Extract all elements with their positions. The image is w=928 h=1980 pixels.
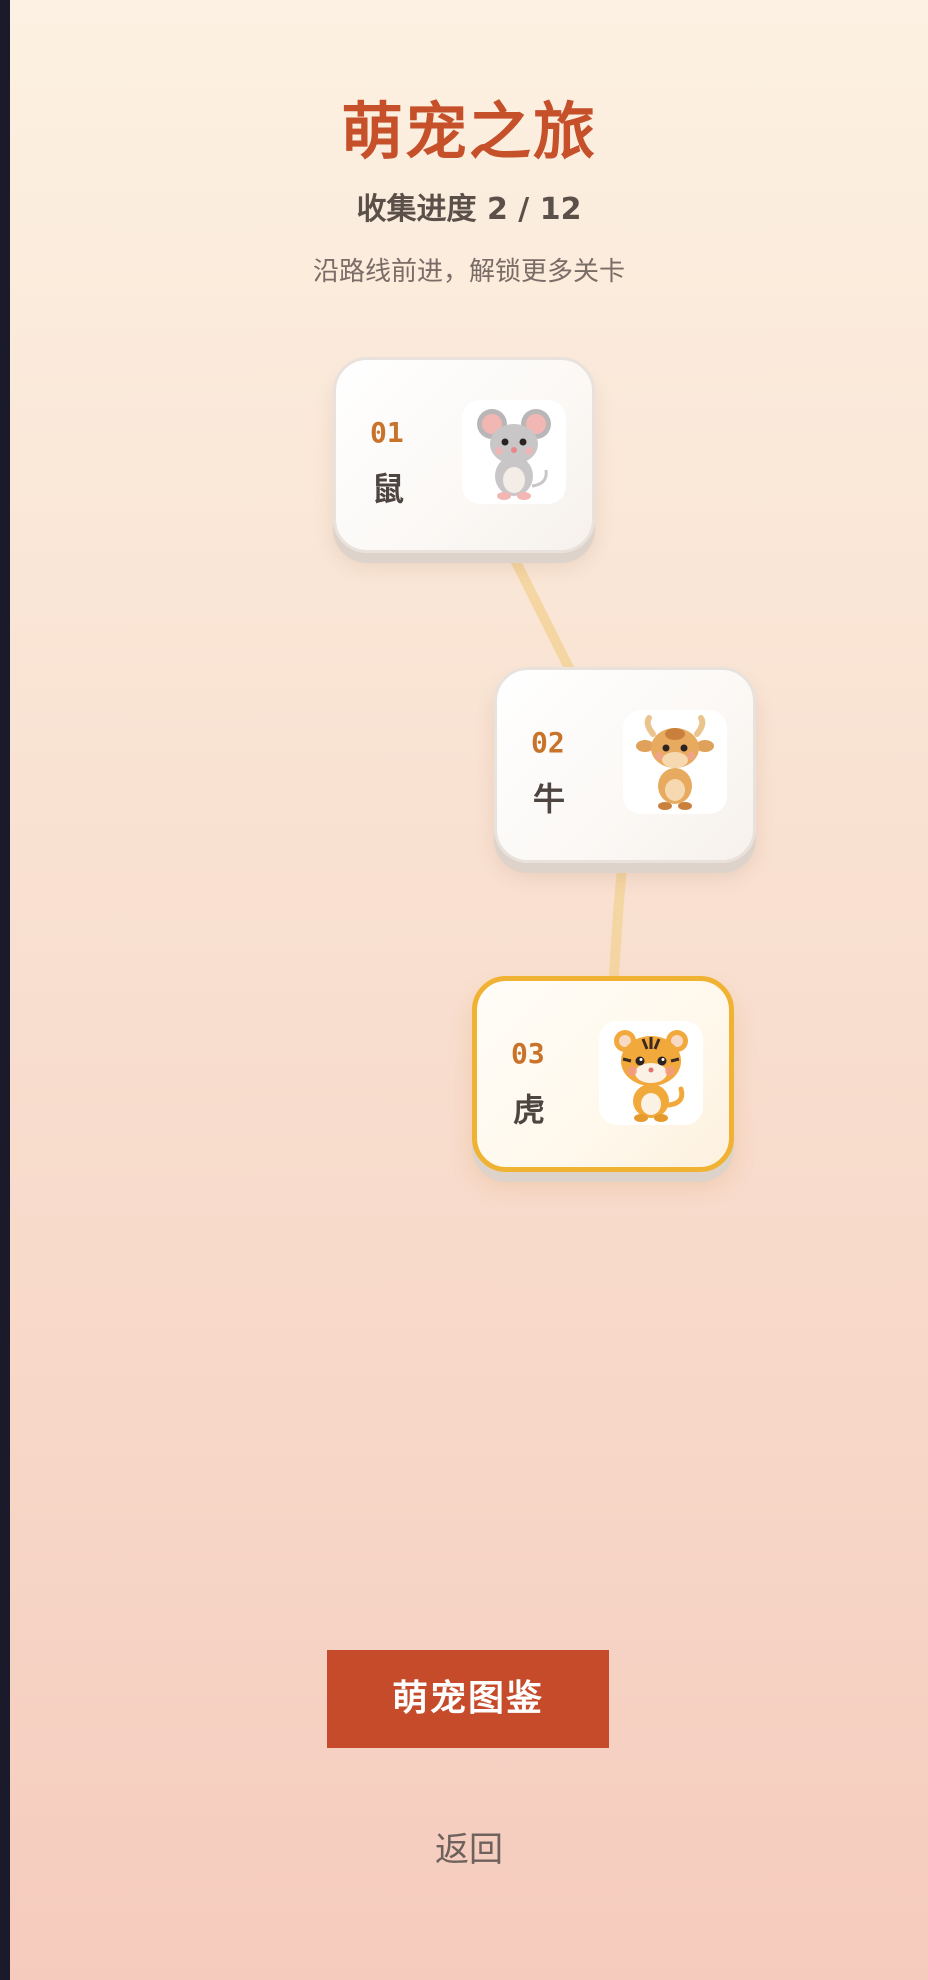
level-name: 牛 — [533, 780, 566, 818]
level-name: 鼠 — [372, 470, 405, 508]
ox-pet-icon — [623, 710, 727, 814]
pet-gallery-button[interactable]: 萌宠图鉴 — [327, 1650, 609, 1748]
page-title: 萌宠之旅 — [340, 95, 597, 168]
level-card-02[interactable]: 02 牛 — [494, 667, 756, 863]
mouse-pet-icon — [462, 400, 566, 504]
level-number: 02 — [531, 726, 565, 759]
back-button[interactable]: 返回 — [10, 1826, 928, 1874]
route-segment-1-2 — [510, 555, 580, 685]
level-name: 虎 — [513, 1091, 546, 1129]
collection-progress: 收集进度 2 / 12 — [356, 192, 582, 227]
level-number: 01 — [370, 416, 404, 449]
app-screen: 萌宠之旅 收集进度 2 / 12 沿路线前进，解锁更多关卡 01 鼠 02 牛 … — [10, 0, 928, 1980]
tiger-pet-icon — [599, 1021, 703, 1125]
page-subtitle: 沿路线前进，解锁更多关卡 — [312, 257, 625, 287]
route-segment-2-3 — [609, 865, 627, 980]
level-card-01[interactable]: 01 鼠 — [333, 357, 595, 553]
level-card-03[interactable]: 03 虎 — [472, 976, 734, 1172]
level-number: 03 — [511, 1037, 545, 1070]
